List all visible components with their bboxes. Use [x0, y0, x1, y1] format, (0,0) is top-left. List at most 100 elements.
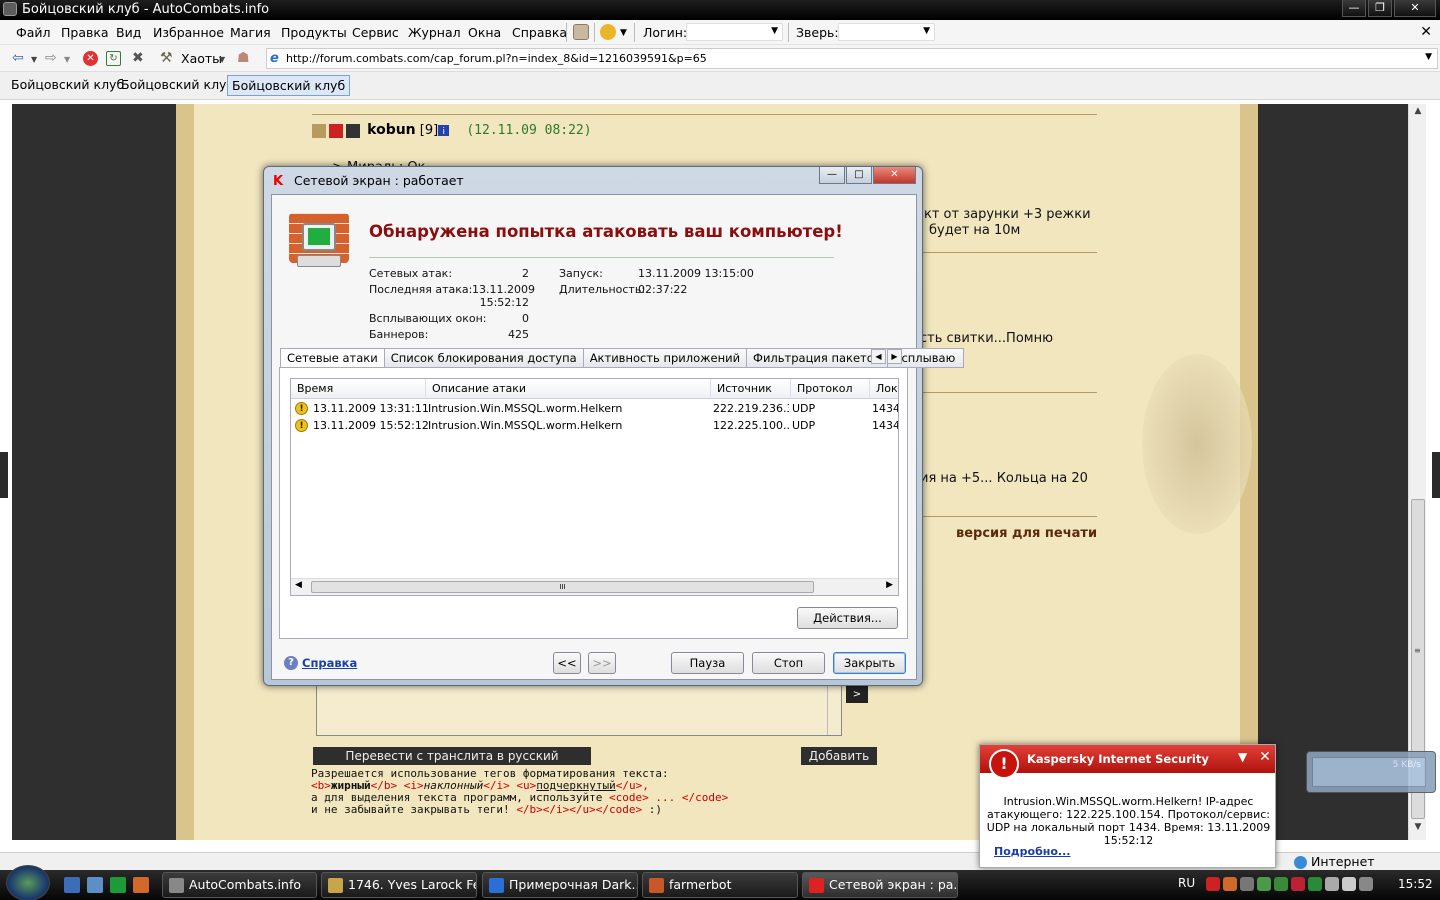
switch-windows-icon[interactable]	[87, 877, 103, 893]
show-desktop-icon[interactable]	[64, 877, 80, 893]
scroll-right-icon[interactable]: ▶	[886, 580, 893, 590]
menu-windows[interactable]: Окна	[468, 25, 501, 40]
prev-button[interactable]: <<	[553, 652, 581, 674]
menu-journal[interactable]: Журнал	[408, 25, 461, 40]
window-close-button[interactable]: ✕	[1394, 0, 1436, 17]
back-button[interactable]: ⇦	[12, 50, 24, 66]
network-icon[interactable]	[1325, 877, 1339, 891]
forward-button[interactable]: ⇨	[45, 50, 57, 66]
taskbar-item-firewall[interactable]: Сетевой экран : ра...	[802, 872, 958, 898]
menu-products[interactable]: Продукты	[281, 25, 347, 40]
dialog-maximize-button[interactable]: □	[846, 167, 872, 184]
scroll-left-icon[interactable]: ◀	[295, 580, 302, 590]
taskbar-item-farmerbot[interactable]: farmerbot	[642, 872, 798, 898]
stop-button[interactable]: Стоп	[752, 652, 825, 674]
column-header-time[interactable]: Время	[291, 379, 426, 399]
app-quicklaunch-icon[interactable]	[110, 877, 126, 893]
tools-icon[interactable]: ✖	[132, 50, 144, 66]
tray-icon[interactable]	[1223, 877, 1237, 891]
side-panel-toggle-right[interactable]	[1432, 452, 1440, 498]
app-quicklaunch-icon[interactable]	[133, 877, 149, 893]
axes-icon[interactable]: ⚒	[160, 50, 173, 66]
clan-icon[interactable]	[312, 123, 326, 138]
taskbar-item-autocombats[interactable]: AutoCombats.info	[162, 872, 317, 898]
network-monitor-widget[interactable]: 5 KB/s ▼	[1306, 751, 1440, 793]
menu-service[interactable]: Сервис	[352, 25, 399, 40]
taskbar-item-media[interactable]: 1746. Yves Larock Fe...	[321, 872, 477, 898]
beast-select[interactable]: ▼	[838, 23, 935, 41]
tab-app-activity[interactable]: Активность приложений	[583, 348, 748, 368]
notification-close-button[interactable]: ✕	[1257, 750, 1273, 766]
address-bar[interactable]: e http://forum.combats.com/cap_forum.pl?…	[266, 48, 1438, 69]
chevron-down-icon[interactable]: ▼	[31, 55, 37, 64]
crowd-icon[interactable]: ☗	[237, 50, 250, 66]
menu-help[interactable]: Справка	[512, 25, 567, 40]
align-icon[interactable]	[329, 123, 343, 138]
tray-icon[interactable]	[1359, 877, 1373, 891]
menu-edit[interactable]: Правка	[61, 25, 109, 40]
tab-fight-club-1[interactable]: Бойцовский клуб	[7, 75, 128, 96]
chaos-button[interactable]: Хаоты	[181, 51, 222, 66]
tab-scroll-left-icon[interactable]: ◀	[871, 349, 886, 364]
tab-network-attacks[interactable]: Сетевые атаки	[280, 348, 385, 369]
add-post-button[interactable]: Добавить	[801, 747, 877, 765]
tray-icon[interactable]	[1257, 877, 1271, 891]
menu-magic[interactable]: Магия	[230, 25, 271, 40]
chevron-down-icon[interactable]: ▼	[219, 55, 225, 64]
volume-icon[interactable]	[1342, 877, 1356, 891]
column-header-local-port[interactable]: Лок	[870, 379, 898, 399]
language-indicator[interactable]: RU	[1178, 876, 1195, 890]
clock[interactable]: 15:52	[1398, 877, 1433, 891]
insert-quote-button[interactable]: >	[846, 686, 868, 703]
tab-fight-club-3[interactable]: Бойцовский клуб	[227, 75, 351, 96]
minimize-button[interactable]: —	[1342, 0, 1366, 17]
menu-view[interactable]: Вид	[116, 25, 141, 40]
scrollbar-thumb[interactable]: III	[311, 581, 814, 593]
start-button[interactable]	[6, 865, 50, 900]
details-link[interactable]: Подробно...	[994, 845, 1070, 858]
kaspersky-tray-icon[interactable]	[1206, 877, 1220, 891]
taskbar-item-browser[interactable]: Примерочная Dark...	[482, 872, 638, 898]
side-panel-toggle-left[interactable]	[0, 452, 8, 498]
tab-fight-club-2[interactable]: Бойцовский клуб	[117, 75, 238, 96]
castle-icon[interactable]	[573, 24, 589, 40]
reply-textarea[interactable]	[316, 684, 842, 736]
horizontal-scrollbar[interactable]: ◀ III ▶	[291, 578, 898, 595]
login-select[interactable]: ▼	[686, 23, 783, 41]
tab-packet-filter[interactable]: Фильтрация пакетов	[747, 348, 888, 368]
dialog-minimize-button[interactable]: —	[819, 167, 845, 184]
table-row[interactable]: ! 13.11.2009 13:31:11 Intrusion.Win.MSSQ…	[291, 401, 898, 418]
tray-icon[interactable]	[1240, 877, 1254, 891]
tray-icon[interactable]	[1308, 877, 1322, 891]
post-author[interactable]: kobun	[367, 122, 416, 138]
help-icon[interactable]: ?	[284, 656, 298, 670]
column-header-description[interactable]: Описание атаки	[426, 379, 711, 399]
tab-scroll-right-icon[interactable]: ▶	[887, 349, 902, 364]
chevron-down-icon[interactable]: ▼	[64, 55, 70, 64]
close-button[interactable]: Закрыть	[833, 652, 906, 674]
column-header-protocol[interactable]: Протокол	[791, 379, 870, 399]
tray-icon[interactable]	[1274, 877, 1288, 891]
menu-favorites[interactable]: Избранное	[153, 25, 224, 40]
restore-button[interactable]: ❐	[1368, 0, 1392, 17]
close-icon[interactable]: ✕	[1420, 24, 1432, 40]
pause-button[interactable]: Пауза	[671, 652, 744, 674]
dialog-close-button[interactable]: ✕	[873, 167, 916, 184]
coins-icon[interactable]	[600, 24, 616, 40]
help-link[interactable]: Справка	[302, 656, 357, 670]
table-row[interactable]: ! 13.11.2009 15:52:12 Intrusion.Win.MSSQ…	[291, 418, 898, 435]
print-version-link[interactable]: версия для печати	[956, 526, 1097, 541]
scroll-up-icon[interactable]: ▲	[1409, 106, 1427, 122]
scroll-down-icon[interactable]: ▼	[1409, 822, 1427, 838]
collapse-icon[interactable]: ▼	[1238, 751, 1250, 764]
stop-button[interactable]: ✕	[83, 51, 98, 66]
chevron-down-icon[interactable]: ▼	[620, 28, 627, 38]
column-header-source[interactable]: Источник	[711, 379, 791, 399]
chevron-down-icon[interactable]: ▼	[1425, 52, 1432, 62]
page-scrollbar[interactable]: ▲ ≡ ▼	[1408, 104, 1426, 840]
tab-block-list[interactable]: Список блокирования доступа	[384, 348, 584, 368]
translit-button[interactable]: Перевести с транслита в русский	[313, 747, 591, 765]
menu-file[interactable]: Файл	[16, 25, 51, 40]
textarea-scrollbar[interactable]	[827, 685, 841, 735]
next-button[interactable]: >>	[588, 652, 616, 674]
